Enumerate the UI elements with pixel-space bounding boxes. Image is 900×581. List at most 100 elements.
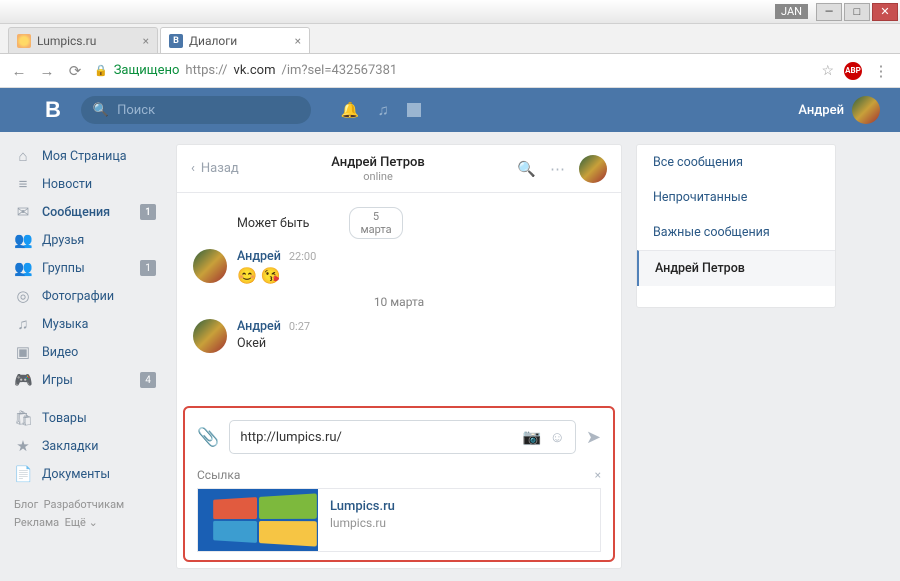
link-card[interactable]: Lumpics.ru lumpics.ru [197, 488, 601, 552]
nav-forward-icon[interactable]: → [38, 62, 56, 80]
music-icon[interactable]: ♫ [378, 101, 389, 119]
documents-icon: 📄 [14, 465, 32, 483]
message-time: 0:27 [289, 320, 310, 333]
chat-panel: ‹ Назад Андрей Петров online 🔍 ⋯ Может бы… [176, 144, 622, 569]
secure-label: Защищено [114, 63, 180, 78]
window-minimize[interactable]: — [816, 3, 842, 21]
header-username[interactable]: Андрей [798, 103, 844, 118]
browser-menu-icon[interactable]: ⋮ [872, 62, 890, 80]
message-row: Андрей 0:27 Окей [193, 319, 605, 353]
footer-more[interactable]: Ещё ⌄ [65, 516, 98, 529]
message-time: 22:00 [289, 250, 316, 263]
message-avatar[interactable] [193, 319, 227, 353]
message-input[interactable]: http://lumpics.ru/ 📷 ☺ [229, 420, 575, 454]
search-placeholder: Поиск [117, 103, 155, 118]
bookmark-icon: ★ [14, 437, 32, 455]
link-url: lumpics.ru [330, 516, 395, 530]
filter-current[interactable]: Андрей Петров [637, 250, 835, 286]
sidebar-item-groups[interactable]: 👥Группы1 [0, 254, 170, 282]
messages-list[interactable]: Может быть 5 марта Андрей22:00 😊 😘 10 ма… [177, 193, 621, 400]
sidebar-item-news[interactable]: ≡Новости [0, 170, 170, 198]
badge: 4 [140, 372, 156, 388]
footer-ads[interactable]: Реклама [14, 516, 59, 529]
url-scheme: https:// [185, 63, 227, 78]
chat-avatar[interactable] [579, 155, 607, 183]
chat-header: ‹ Назад Андрей Петров online 🔍 ⋯ [177, 145, 621, 193]
header-icons: 🔔 ♫ [341, 101, 421, 119]
back-label: Назад [201, 161, 239, 176]
window-maximize[interactable]: □ [844, 3, 870, 21]
search-input[interactable]: 🔍 Поиск [81, 96, 311, 124]
input-text: http://lumpics.ru/ [240, 430, 514, 445]
tab-close-icon[interactable]: × [143, 34, 149, 48]
link-thumbnail [198, 489, 318, 551]
link-remove-icon[interactable]: × [595, 468, 601, 482]
tab-close-icon[interactable]: × [295, 34, 301, 48]
filter-unread[interactable]: Непрочитанные [637, 180, 835, 215]
search-icon: 🔍 [93, 103, 109, 118]
vk-logo[interactable]: B [45, 97, 61, 123]
sidebar-item-music[interactable]: ♫ Музыка [0, 310, 170, 338]
date-separator: 10 марта [193, 295, 605, 309]
browser-addressbar: ← → ⟳ 🔒 Защищено https://vk.com/im?sel=4… [0, 54, 900, 88]
sidebar-item-messages[interactable]: ✉Сообщения1 [0, 198, 170, 226]
footer-blog[interactable]: Блог [14, 498, 38, 511]
header-avatar[interactable] [852, 96, 880, 124]
video-icon: ▣ [14, 343, 32, 361]
link-preview: Ссылка × Lumpics.ru lumpics.ru [193, 468, 605, 552]
chat-peer-name: Андрей Петров [239, 155, 518, 170]
tab-title: Диалоги [189, 34, 237, 48]
chat-back-button[interactable]: ‹ Назад [191, 161, 239, 176]
message-sender[interactable]: Андрей [237, 319, 281, 334]
bookmark-star-icon[interactable]: ☆ [821, 63, 834, 79]
filter-important[interactable]: Важные сообщения [637, 215, 835, 250]
browser-tab-1[interactable]: B Диалоги × [160, 27, 310, 53]
footer-dev[interactable]: Разработчикам [44, 498, 125, 511]
sidebar-label: Игры [42, 373, 73, 388]
chat-more-icon[interactable]: ⋯ [550, 160, 565, 178]
message-body: 😊 😘 [237, 266, 316, 285]
games-icon: 🎮 [14, 371, 32, 389]
sidebar-item-documents[interactable]: 📄Документы [0, 460, 170, 488]
notifications-icon[interactable]: 🔔 [341, 101, 360, 119]
message-row: Андрей 22:00 😊 😘 [193, 249, 605, 285]
send-icon[interactable]: ➤ [586, 427, 601, 448]
browser-tab-0[interactable]: Lumpics.ru × [8, 27, 158, 53]
sidebar-label: Музыка [42, 317, 88, 332]
chat-search-icon[interactable]: 🔍 [517, 160, 536, 178]
attach-icon[interactable]: 📎 [197, 427, 219, 448]
message-sender[interactable]: Андрей [237, 249, 281, 264]
sidebar-item-video[interactable]: ▣Видео [0, 338, 170, 366]
sidebar-item-bookmarks[interactable]: ★Закладки [0, 432, 170, 460]
sidebar-item-mypage[interactable]: ⌂Моя Страница [0, 142, 170, 170]
message-text: Может быть [237, 216, 309, 231]
window-close[interactable]: ✕ [872, 3, 898, 21]
chat-peer-status: online [239, 170, 518, 183]
composer-highlight: 📎 http://lumpics.ru/ 📷 ☺ ➤ Ссылка × [183, 406, 615, 562]
sidebar-item-photos[interactable]: ◎Фотографии [0, 282, 170, 310]
music-icon: ♫ [14, 315, 32, 333]
favicon-icon: B [169, 34, 183, 48]
sidebar: ⌂Моя Страница ≡Новости ✉Сообщения1 👥Друз… [0, 132, 170, 581]
adblock-icon[interactable]: ABP [844, 62, 862, 80]
filter-all[interactable]: Все сообщения [637, 145, 835, 180]
chat-title[interactable]: Андрей Петров online [239, 155, 518, 183]
emoji-icon[interactable]: ☺ [550, 428, 565, 446]
filters-panel: Все сообщения Непрочитанные Важные сообщ… [636, 144, 836, 308]
sidebar-item-friends[interactable]: 👥Друзья [0, 226, 170, 254]
play-icon[interactable] [407, 103, 421, 117]
sidebar-item-games[interactable]: 🎮 Игры 4 [0, 366, 170, 394]
link-label: Ссылка [197, 468, 240, 482]
chevron-left-icon: ‹ [191, 161, 195, 176]
nav-reload-icon[interactable]: ⟳ [66, 62, 84, 80]
message-avatar[interactable] [193, 249, 227, 283]
sidebar-item-market[interactable]: 🛍Товары [0, 404, 170, 432]
market-icon: 🛍 [14, 409, 32, 427]
link-title: Lumpics.ru [330, 499, 395, 514]
nav-back-icon[interactable]: ← [10, 62, 28, 80]
camera-icon[interactable]: 📷 [523, 428, 542, 446]
window-user: JAN [775, 4, 808, 19]
message-body: Окей [237, 336, 310, 351]
home-icon: ⌂ [14, 147, 32, 165]
url-field[interactable]: 🔒 Защищено https://vk.com/im?sel=4325673… [94, 63, 805, 78]
